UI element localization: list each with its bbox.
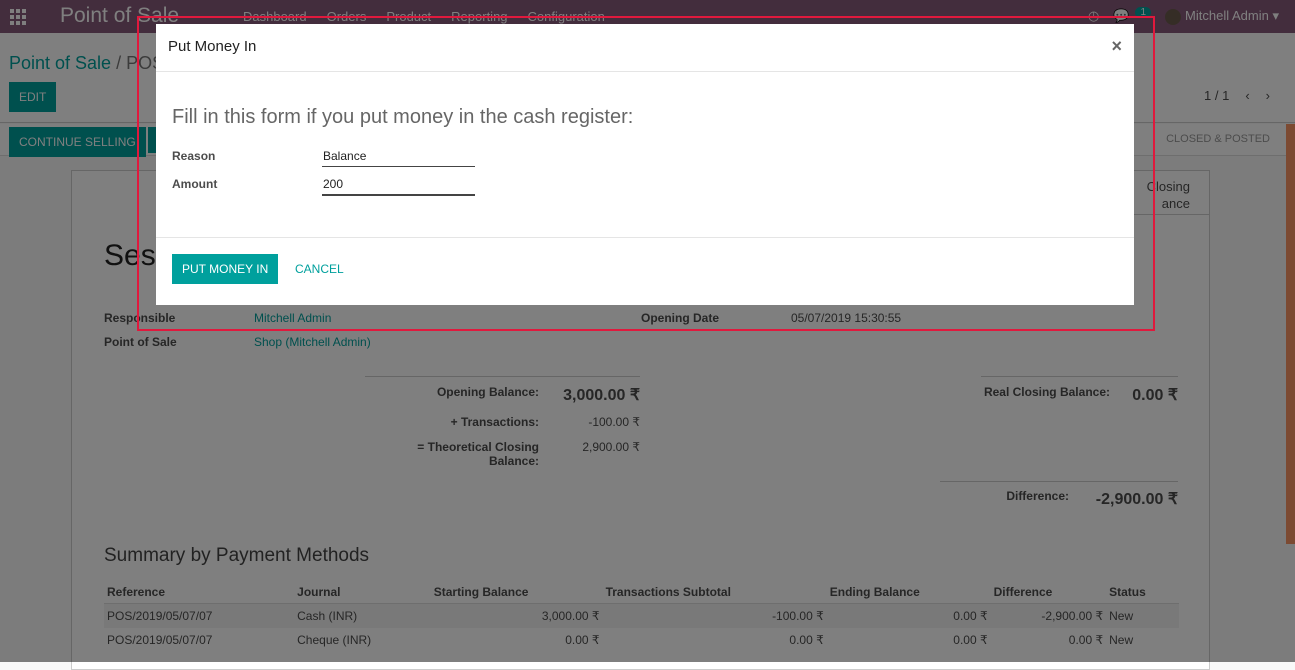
highlight-box — [137, 16, 1155, 331]
